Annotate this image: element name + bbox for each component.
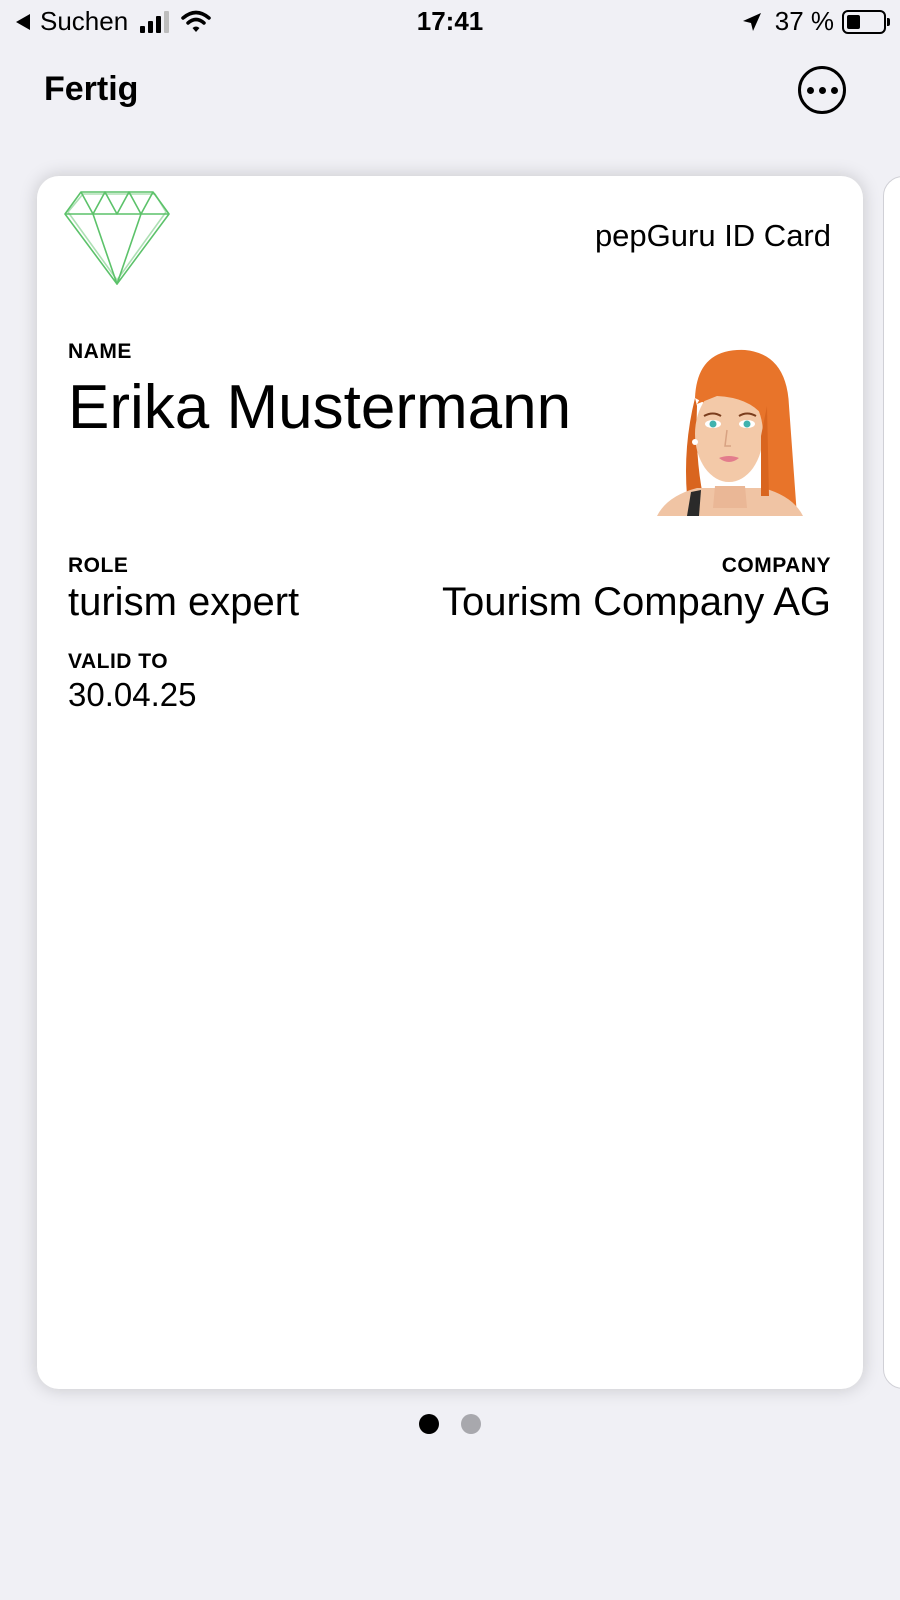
battery-fill (847, 14, 860, 29)
dot (818, 86, 826, 94)
status-bar: Suchen 17:41 37 % (0, 0, 900, 46)
card-title: pepGuru ID Card (594, 218, 831, 253)
role-label: ROLE (68, 554, 129, 577)
ellipsis-circle-icon[interactable] (798, 66, 846, 114)
name-label: NAME (68, 340, 132, 363)
page-dot[interactable] (419, 1414, 439, 1434)
company-label: COMPANY (721, 554, 831, 577)
avatar (657, 349, 803, 516)
done-button[interactable]: Fertig (44, 70, 138, 109)
role-value: turism expert (68, 580, 300, 624)
company-value: Tourism Company AG (441, 580, 831, 624)
battery-percent: 37 % (774, 6, 834, 36)
dot (806, 86, 814, 94)
valid-to-value: 30.04.25 (68, 676, 197, 713)
next-card-edge[interactable] (883, 176, 900, 1389)
name-value: Erika Mustermann (68, 373, 572, 442)
diamond-icon (64, 191, 170, 285)
id-card-pass[interactable]: pepGuru ID Card NAME Erika Mustermann RO… (37, 176, 863, 1389)
dot (830, 86, 838, 94)
battery-nub (887, 17, 890, 26)
battery-icon (842, 9, 890, 34)
location-arrow-icon (742, 12, 761, 31)
valid-to-label: VALID TO (68, 650, 169, 673)
status-right: 37 % (741, 6, 890, 37)
page-dot[interactable] (461, 1414, 481, 1434)
page-indicator[interactable] (0, 1414, 900, 1434)
